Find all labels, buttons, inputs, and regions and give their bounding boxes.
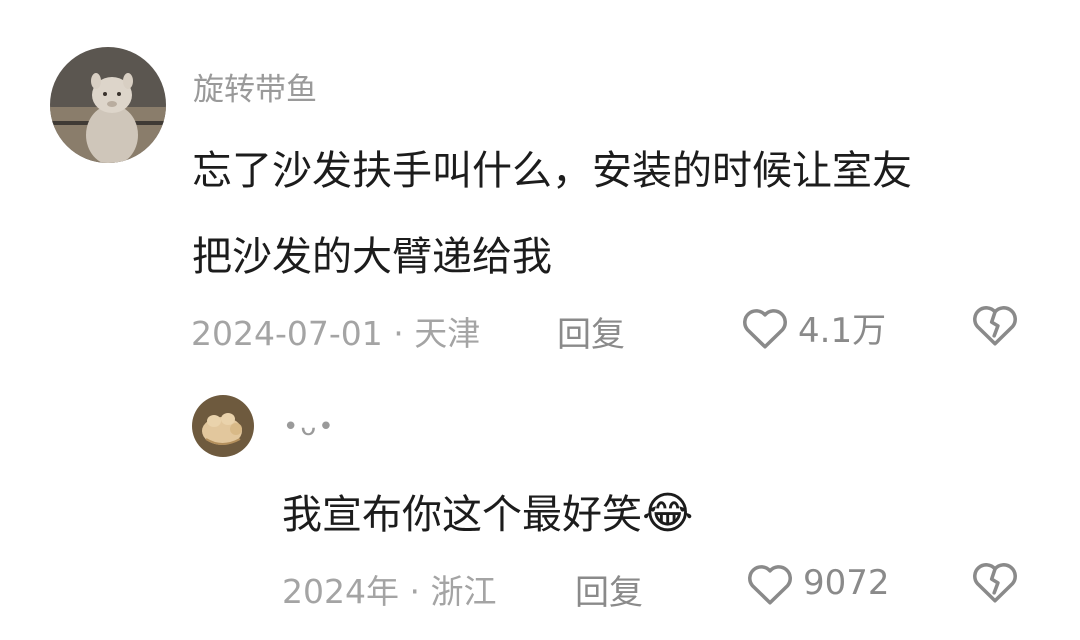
reply-dislike-button[interactable] [970, 557, 1020, 607]
comment-reply-button[interactable]: 回复 [557, 307, 625, 356]
comment-dislike-button[interactable] [970, 300, 1020, 350]
reply-date-location: 2024年 · 浙江 [282, 572, 497, 611]
comment-text-line-1: 忘了沙发扶手叫什么，安装的时候让室友 [192, 148, 912, 194]
cat-paw-avatar-image [192, 395, 254, 457]
comment-like-button[interactable]: 4.1万 [740, 303, 886, 351]
commenter-avatar[interactable] [50, 47, 166, 163]
reply-like-button[interactable]: 9072 [745, 559, 890, 607]
comment-like-count: 4.1万 [798, 310, 887, 351]
commenter-username[interactable]: 旋转带鱼 [193, 64, 317, 109]
comment-thread: 旋转带鱼 忘了沙发扶手叫什么，安装的时候让室友 把沙发的大臂递给我 2024-0… [0, 0, 1080, 640]
comment-text-line-2: 把沙发的大臂递给我 [192, 234, 552, 280]
replier-username[interactable]: •ᴗ• [283, 412, 336, 442]
broken-heart-icon [973, 563, 1017, 603]
laughing-crying-emoji: 😂 [642, 488, 694, 539]
reply-like-count: 9072 [803, 563, 890, 603]
comment-date-location: 2024-07-01 · 天津 [191, 314, 481, 353]
heart-outline-icon [743, 309, 787, 349]
replier-avatar[interactable] [192, 395, 254, 457]
heart-outline-icon [748, 565, 792, 605]
reply-reply-button[interactable]: 回复 [575, 565, 643, 614]
broken-heart-icon [973, 306, 1017, 346]
alpaca-avatar-image [50, 47, 166, 163]
reply-text: 我宣布你这个最好笑😂 [282, 482, 693, 540]
reply-text-body: 我宣布你这个最好笑 [282, 492, 642, 538]
